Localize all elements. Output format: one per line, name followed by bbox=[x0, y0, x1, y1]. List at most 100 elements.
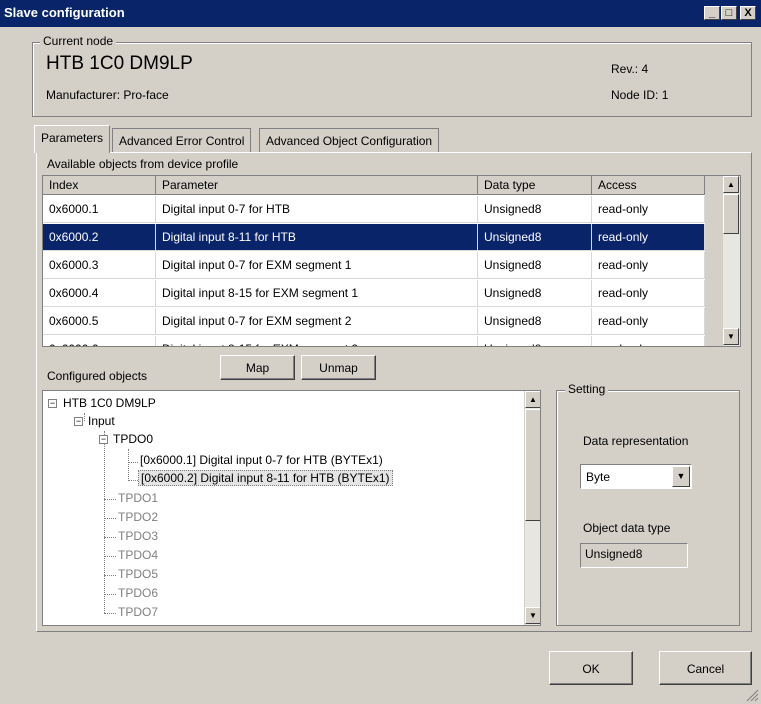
object-data-type-field: Unsigned8 bbox=[580, 543, 688, 568]
table-row[interactable]: 0x6000.4 Digital input 8-15 for EXM segm… bbox=[43, 280, 705, 307]
tree-node-tpdo0[interactable]: TPDO0 bbox=[113, 432, 153, 446]
collapse-tpdo0-icon[interactable]: − bbox=[99, 435, 108, 444]
unmap-button[interactable]: Unmap bbox=[301, 355, 376, 380]
tree-line bbox=[128, 449, 129, 481]
configured-objects-label: Configured objects bbox=[47, 369, 148, 383]
column-header-parameter[interactable]: Parameter bbox=[156, 176, 478, 195]
tree-line bbox=[84, 413, 85, 421]
ok-button[interactable]: OK bbox=[549, 651, 633, 685]
cell-parameter: Digital input 8-15 for EXM segment 2 bbox=[156, 336, 478, 346]
slave-configuration-dialog: Slave configuration _ □ X Current node H… bbox=[0, 0, 761, 704]
tree-line bbox=[128, 480, 138, 481]
data-representation-value: Byte bbox=[586, 470, 611, 484]
cell-index: 0x6000.3 bbox=[43, 252, 156, 279]
tree-node-root[interactable]: HTB 1C0 DM9LP bbox=[63, 396, 156, 410]
setting-group bbox=[556, 390, 740, 626]
tree-node-input[interactable]: Input bbox=[88, 414, 115, 428]
cell-data-type: Unsigned8 bbox=[478, 196, 592, 223]
tab-advanced-object-configuration[interactable]: Advanced Object Configuration bbox=[259, 128, 440, 152]
cell-parameter: Digital input 8-15 for EXM segment 1 bbox=[156, 280, 478, 307]
table-row[interactable]: 0x6000.1 Digital input 0-7 for HTB Unsig… bbox=[43, 196, 705, 223]
available-objects-list[interactable]: Index Parameter Data type Access 0x6000.… bbox=[42, 175, 741, 347]
cell-access: read-only bbox=[592, 196, 705, 223]
cell-access: read-only bbox=[592, 308, 705, 335]
window-title: Slave configuration bbox=[4, 5, 125, 20]
cell-index: 0x6000.2 bbox=[43, 224, 156, 251]
collapse-input-icon[interactable]: − bbox=[74, 417, 83, 426]
data-representation-select[interactable]: Byte ▼ bbox=[580, 464, 692, 489]
tree-scroll-thumb[interactable] bbox=[525, 409, 540, 521]
tree-node-tpdo6[interactable]: TPDO6 bbox=[118, 586, 158, 600]
tree-scroll-down-button[interactable]: ▼ bbox=[525, 607, 540, 624]
column-header-index[interactable]: Index bbox=[43, 176, 156, 195]
revision-label: Rev.: 4 bbox=[611, 62, 649, 76]
collapse-root-icon[interactable]: − bbox=[48, 399, 57, 408]
tree-line bbox=[104, 594, 116, 595]
table-row[interactable]: 0x6000.3 Digital input 0-7 for EXM segme… bbox=[43, 252, 705, 279]
cell-parameter: Digital input 0-7 for EXM segment 1 bbox=[156, 252, 478, 279]
resize-grip-icon[interactable] bbox=[745, 688, 759, 702]
tree-node-tpdo1[interactable]: TPDO1 bbox=[118, 491, 158, 505]
map-button[interactable]: Map bbox=[220, 355, 295, 380]
cell-access: read-only bbox=[592, 280, 705, 307]
tree-line bbox=[104, 499, 116, 500]
current-node-legend: Current node bbox=[40, 34, 117, 48]
column-header-data-type[interactable]: Data type bbox=[478, 176, 592, 195]
cell-data-type: Unsigned8 bbox=[478, 336, 592, 346]
title-bar: Slave configuration _ □ X bbox=[0, 0, 761, 27]
minimize-button[interactable]: _ bbox=[704, 6, 720, 20]
tab-advanced-error-control[interactable]: Advanced Error Control bbox=[112, 128, 252, 152]
node-name: HTB 1C0 DM9LP bbox=[46, 53, 193, 74]
tree-line bbox=[104, 575, 116, 576]
cell-access: read-only bbox=[592, 224, 705, 251]
close-button[interactable]: X bbox=[740, 6, 756, 20]
tree-line bbox=[104, 431, 105, 613]
tree-line bbox=[128, 462, 138, 463]
tree-line bbox=[104, 537, 116, 538]
tree-node-tpdo2[interactable]: TPDO2 bbox=[118, 510, 158, 524]
maximize-button[interactable]: □ bbox=[721, 6, 737, 20]
tree-line bbox=[104, 556, 116, 557]
scroll-thumb[interactable] bbox=[723, 194, 739, 234]
list-scrollbar[interactable]: ▲ ▼ bbox=[722, 176, 740, 346]
column-header-access[interactable]: Access bbox=[592, 176, 705, 195]
table-row[interactable]: 0x6000.5 Digital input 0-7 for EXM segme… bbox=[43, 308, 705, 335]
cell-parameter: Digital input 0-7 for HTB bbox=[156, 196, 478, 223]
cell-data-type: Unsigned8 bbox=[478, 308, 592, 335]
cell-data-type: Unsigned8 bbox=[478, 224, 592, 251]
cell-index: 0x6000.6 bbox=[43, 336, 156, 346]
cell-data-type: Unsigned8 bbox=[478, 252, 592, 279]
node-id-label: Node ID: 1 bbox=[611, 88, 669, 102]
scroll-up-button[interactable]: ▲ bbox=[723, 176, 739, 193]
tree-node-tpdo3[interactable]: TPDO3 bbox=[118, 529, 158, 543]
data-representation-label: Data representation bbox=[583, 434, 689, 448]
scroll-down-button[interactable]: ▼ bbox=[723, 328, 739, 345]
cell-index: 0x6000.4 bbox=[43, 280, 156, 307]
manufacturer-label: Manufacturer: Pro-face bbox=[46, 88, 169, 102]
tree-scroll-up-button[interactable]: ▲ bbox=[525, 391, 540, 408]
tree-node-tpdo7[interactable]: TPDO7 bbox=[118, 605, 158, 619]
tree-node-mapped-object-selected[interactable]: [0x6000.2] Digital input 8-11 for HTB (B… bbox=[138, 470, 393, 486]
table-row-selected[interactable]: 0x6000.2 Digital input 8-11 for HTB Unsi… bbox=[43, 224, 705, 251]
cell-index: 0x6000.1 bbox=[43, 196, 156, 223]
cell-parameter: Digital input 8-11 for HTB bbox=[156, 224, 478, 251]
cell-data-type: Unsigned8 bbox=[478, 280, 592, 307]
tab-parameters[interactable]: Parameters bbox=[34, 125, 111, 153]
available-objects-label: Available objects from device profile bbox=[47, 157, 239, 171]
cell-access: read-only bbox=[592, 252, 705, 279]
table-row[interactable]: 0x6000.6 Digital input 8-15 for EXM segm… bbox=[43, 336, 705, 346]
setting-legend: Setting bbox=[565, 382, 609, 396]
tree-line bbox=[104, 613, 116, 614]
tree-node-tpdo5[interactable]: TPDO5 bbox=[118, 567, 158, 581]
cell-index: 0x6000.5 bbox=[43, 308, 156, 335]
configured-objects-tree[interactable]: − HTB 1C0 DM9LP − Input − TPDO0 [0x6000.… bbox=[42, 390, 541, 626]
cell-access: read-only bbox=[592, 336, 705, 346]
cell-parameter: Digital input 0-7 for EXM segment 2 bbox=[156, 308, 478, 335]
chevron-down-icon[interactable]: ▼ bbox=[672, 466, 690, 487]
cancel-button[interactable]: Cancel bbox=[659, 651, 752, 685]
tree-scrollbar[interactable]: ▲ ▼ bbox=[524, 391, 540, 625]
object-data-type-label: Object data type bbox=[583, 521, 671, 535]
tree-node-mapped-object[interactable]: [0x6000.1] Digital input 0-7 for HTB (BY… bbox=[140, 453, 383, 467]
tree-node-tpdo4[interactable]: TPDO4 bbox=[118, 548, 158, 562]
tree-line bbox=[104, 518, 116, 519]
